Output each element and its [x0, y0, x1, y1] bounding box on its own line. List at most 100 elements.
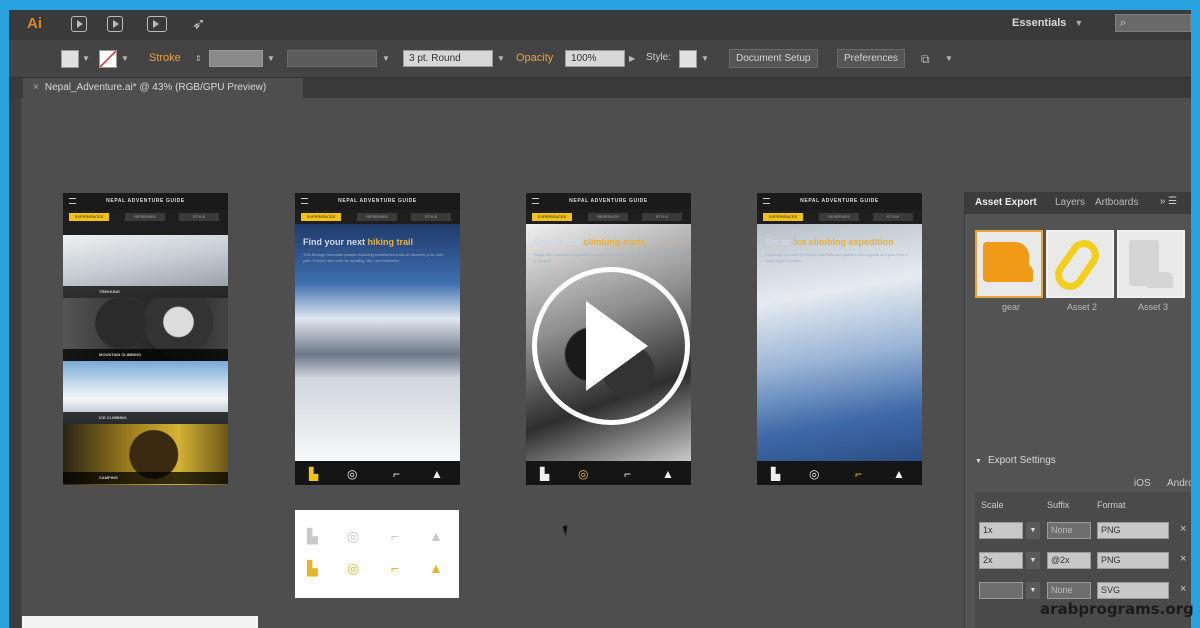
ice-axe-icon: ⌐ — [393, 467, 401, 481]
fill-swatch[interactable] — [61, 50, 79, 68]
tent-icon: ▲ — [431, 467, 443, 481]
menu-icon — [69, 198, 76, 204]
menu-icon — [763, 198, 770, 204]
asset-name: Asset 3 — [1137, 302, 1168, 312]
remove-row-icon[interactable]: × — [1180, 523, 1186, 535]
artboard-tabs: EXPERIENCES RESERVES STYLE — [526, 210, 691, 224]
artboard-experiences[interactable]: NEPAL ADVENTURE GUIDE EXPERIENCES RESERV… — [63, 193, 228, 485]
brush-dropdown-icon[interactable]: ▼ — [497, 52, 507, 66]
tools-panel-edge — [9, 98, 21, 628]
style-label: Style: — [646, 52, 672, 63]
chevron-down-icon[interactable]: ▼ — [1026, 522, 1040, 539]
suffix-input[interactable]: None — [1047, 522, 1091, 539]
tent-icon: ▲ — [429, 528, 443, 544]
artboard-hiking[interactable]: NEPAL ADVENTURE GUIDE EXPERIENCES RESERV… — [295, 193, 460, 485]
carabiner-icon: ◎ — [347, 560, 360, 576]
remove-row-icon[interactable]: × — [1180, 583, 1186, 595]
artboard-tab: RESERVES — [819, 213, 859, 221]
platform-ios[interactable]: iOS — [1134, 478, 1151, 489]
photo-caption: ICE CLIMBING — [63, 412, 228, 424]
asset-item-gear[interactable]: gear — [975, 230, 1043, 312]
opacity-arrow-icon[interactable]: ▶ — [629, 52, 639, 66]
artboard-ice-climbing[interactable]: NEPAL ADVENTURE GUIDE EXPERIENCES RESERV… — [757, 193, 922, 485]
artboard-tab: STYLE — [411, 213, 451, 221]
carabiner-icon: ◎ — [809, 467, 820, 481]
scale-select[interactable]: 2x — [979, 552, 1023, 569]
gpu-performance-icon[interactable]: ➶ — [192, 14, 205, 34]
disclosure-triangle-icon: ▼ — [975, 458, 982, 465]
carabiner-icon: ◎ — [347, 528, 360, 544]
scale-select[interactable] — [979, 582, 1023, 599]
hero-text: Challenge yourself on frozen waterfalls … — [765, 252, 908, 263]
boot-icon: ▙ — [309, 467, 319, 481]
brush-definition-field[interactable]: 3 pt. Round — [403, 50, 493, 67]
variable-width-field[interactable] — [287, 50, 377, 67]
remove-row-icon[interactable]: × — [1180, 553, 1186, 565]
tab-asset-export[interactable]: Asset Export — [969, 192, 1049, 214]
tent-icon: ▲ — [893, 467, 905, 481]
export-settings-header[interactable]: ▼ Export Settings — [975, 455, 1185, 466]
artboard-tab: RESERVES — [357, 213, 397, 221]
workspace-switcher[interactable]: Essentials ▼ — [1012, 17, 1083, 29]
search-input[interactable]: ⌕ — [1115, 14, 1191, 32]
stroke-weight-field[interactable] — [209, 50, 263, 67]
artboard-tab: STYLE — [873, 213, 913, 221]
menu-icon — [532, 198, 539, 204]
illustrator-window: Ai ➶ Essentials ▼ ⌕ ▼ ▼ Stroke ⇕ ▼ ▼ 3 pt… — [9, 10, 1191, 628]
artboard-icon-sheet[interactable]: ▙ ◎ ⌐ ▲ ▙ ◎ ⌐ ▲ — [295, 510, 459, 598]
stroke-dropdown-icon[interactable]: ▼ — [121, 52, 131, 66]
format-select[interactable]: PNG — [1097, 522, 1169, 539]
panel-menu-icon[interactable]: » ☰ — [1160, 196, 1177, 207]
style-dropdown-icon[interactable]: ▼ — [701, 52, 711, 66]
tab-layers[interactable]: Layers — [1055, 197, 1085, 208]
platform-android[interactable]: Android — [1167, 478, 1191, 489]
artboard-header: NEPAL ADVENTURE GUIDE — [295, 193, 460, 210]
bridge-icon[interactable] — [71, 16, 87, 32]
artboard-tab: EXPERIENCES — [301, 213, 341, 221]
app-logo: Ai — [27, 15, 42, 32]
suffix-input[interactable]: @2x — [1047, 552, 1091, 569]
tab-artboards[interactable]: Artboards — [1095, 197, 1138, 208]
close-tab-icon[interactable]: × — [33, 82, 39, 93]
ice-axe-icon: ⌐ — [855, 467, 863, 481]
variable-width-dropdown-icon[interactable]: ▼ — [382, 52, 392, 66]
column-header-suffix: Suffix — [1047, 500, 1070, 510]
control-bar: ▼ ▼ Stroke ⇕ ▼ ▼ 3 pt. Round ▼ Opacity 1… — [9, 40, 1191, 78]
suffix-input[interactable]: None — [1047, 582, 1091, 599]
scale-select[interactable]: 1x — [979, 522, 1023, 539]
format-select[interactable]: PNG — [1097, 552, 1169, 569]
artboard-tab: RESERVES — [588, 213, 628, 221]
chevron-down-icon[interactable]: ▼ — [1026, 582, 1040, 599]
format-select[interactable]: SVG — [1097, 582, 1169, 599]
mouse-cursor-icon — [562, 523, 574, 537]
chevron-down-icon: ▼ — [1074, 18, 1084, 28]
asset-item-3[interactable]: Asset 3 — [1117, 230, 1185, 312]
export-row: 1x ▼ None PNG × — [975, 522, 1191, 542]
export-row: 2x ▼ @2x PNG × — [975, 552, 1191, 572]
boot-icon — [1129, 240, 1173, 288]
style-swatch[interactable] — [679, 50, 697, 68]
fill-dropdown-icon[interactable]: ▼ — [82, 52, 92, 66]
artboard-header: NEPAL ADVENTURE GUIDE — [63, 193, 228, 210]
document-setup-button[interactable]: Document Setup — [729, 49, 818, 68]
chevron-down-icon[interactable]: ▼ — [1026, 552, 1040, 569]
artboard-tab: STYLE — [179, 213, 219, 221]
arrange-documents-icon[interactable] — [147, 16, 167, 32]
stroke-weight-dropdown-icon[interactable]: ▼ — [267, 52, 277, 66]
control-bar-menu-icon[interactable]: ▼ — [945, 52, 955, 66]
stock-icon[interactable] — [107, 16, 123, 32]
video-play-icon[interactable] — [532, 267, 690, 425]
ice-axe-icon: ⌐ — [624, 467, 632, 481]
stroke-label[interactable]: Stroke — [149, 52, 181, 64]
artboard-tab: EXPERIENCES — [763, 213, 803, 221]
opacity-label[interactable]: Opacity — [516, 52, 553, 64]
tent-icon: ▲ — [429, 560, 443, 576]
stroke-swatch[interactable] — [99, 50, 117, 68]
document-tab[interactable]: × Nepal_Adventure.ai* @ 43% (RGB/GPU Prev… — [23, 78, 303, 98]
preferences-button[interactable]: Preferences — [837, 49, 905, 68]
arrange-icon[interactable]: ⧉ — [921, 52, 941, 66]
stroke-stepper-icon[interactable]: ⇕ — [195, 52, 205, 66]
carabiner-icon: ◎ — [347, 467, 358, 481]
asset-item-2[interactable]: Asset 2 — [1046, 230, 1114, 312]
opacity-field[interactable]: 100% — [565, 50, 625, 67]
